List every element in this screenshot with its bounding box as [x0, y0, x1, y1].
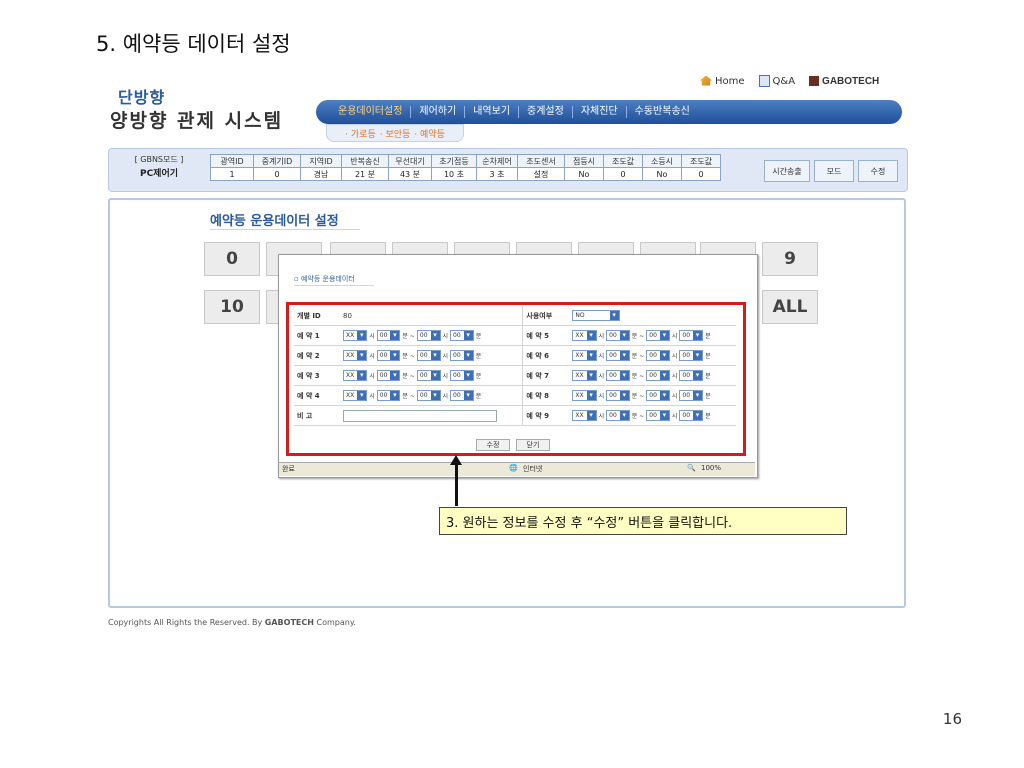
nav-item-relay[interactable]: 중계설정 — [519, 106, 573, 118]
status-done: 완료 — [282, 465, 295, 473]
status-value: 21 분 — [341, 167, 389, 181]
status-header: 소등시 — [642, 154, 682, 168]
home-icon — [700, 75, 712, 86]
copyright-brand: GABOTECH — [264, 618, 314, 627]
subnav-security-light[interactable]: · 보안등 — [380, 127, 411, 140]
time-send-button[interactable]: 시간송출 — [764, 160, 810, 182]
nav-item-manual-send[interactable]: 수동반복송신 — [627, 106, 698, 118]
section-title: 예약등 운용데이터 설정 — [210, 214, 339, 229]
status-header: 지역ID — [300, 154, 342, 168]
mode-button[interactable]: 모드 — [814, 160, 854, 182]
group-button-9[interactable]: 9 — [762, 242, 818, 276]
nav-item-control[interactable]: 제어하기 — [411, 106, 466, 118]
status-value: No — [564, 167, 604, 181]
subnav-reserved-light[interactable]: · 예약등 — [414, 127, 445, 140]
section-divider — [210, 229, 360, 230]
status-value: 1 — [210, 167, 254, 181]
status-header: 광역ID — [210, 154, 254, 168]
browser-status-bar: 완료 🌐 인터넷 🔍 100% — [279, 462, 755, 476]
brand-logo: GABOTECH — [809, 76, 879, 87]
highlight-box — [286, 302, 746, 456]
group-button-10[interactable]: 10 — [204, 290, 260, 324]
qa-link[interactable]: Q&A — [758, 75, 795, 87]
logo-line1: 단방향 — [118, 88, 166, 107]
status-header: 조도값 — [603, 154, 643, 168]
nav-item-diagnosis[interactable]: 자체진단 — [573, 106, 627, 118]
document-icon — [758, 75, 770, 87]
status-table: 광역ID 중계기ID 지역ID 반복송신 무선대기 초기점등 순차제어 조도센서… — [210, 154, 721, 181]
status-header: 초기점등 — [431, 154, 477, 168]
status-header: 점등시 — [564, 154, 604, 168]
status-value: 0 — [681, 167, 721, 181]
edit-status-button[interactable]: 수정 — [858, 160, 898, 182]
group-button-all[interactable]: ALL — [762, 290, 818, 324]
status-value: 3 초 — [476, 167, 518, 181]
nav-item-operation-data[interactable]: 운용데이터설정 — [330, 106, 412, 118]
arrow-line — [455, 462, 458, 506]
copyright: Copyrights All Rights the Reserved. By G… — [108, 618, 356, 627]
status-value: 10 초 — [431, 167, 477, 181]
zoom-icon[interactable]: 🔍 — [687, 464, 696, 472]
status-header: 조도센서 — [517, 154, 565, 168]
logo-line2: 양방향 관제 시스템 — [110, 110, 284, 132]
status-value: 경남 — [300, 167, 342, 181]
sub-nav: · 가로등 · 보안등 · 예약등 — [326, 124, 464, 142]
status-header: 중계기ID — [253, 154, 301, 168]
status-value: No — [642, 167, 682, 181]
slide-title: 5. 예약등 데이터 설정 — [96, 32, 291, 56]
home-link[interactable]: Home — [700, 75, 745, 87]
status-header: 조도값 — [681, 154, 721, 168]
status-header: 무선대기 — [388, 154, 432, 168]
status-value: 설정 — [517, 167, 565, 181]
status-zoom[interactable]: 100% — [701, 464, 721, 472]
main-nav: 운용데이터설정 제어하기 내역보기 중계설정 자체진단 수동반복송신 — [316, 100, 902, 124]
group-button-0[interactable]: 0 — [204, 242, 260, 276]
status-zone: 인터넷 — [523, 465, 543, 473]
popup-subtitle-divider — [294, 285, 374, 286]
top-links: Home Q&A GABOTECH — [700, 75, 879, 87]
status-value: 43 분 — [388, 167, 432, 181]
page-number: 16 — [942, 710, 962, 728]
popup-subtitle: ▫ 예약등 운용데이터 — [294, 275, 355, 283]
status-header: 순차제어 — [476, 154, 518, 168]
mode-value: PC제어기 — [139, 169, 179, 179]
status-value: 0 — [603, 167, 643, 181]
status-header: 반복송신 — [341, 154, 389, 168]
brand-mark-icon — [809, 75, 820, 86]
globe-icon: 🌐 — [509, 464, 518, 472]
subnav-streetlight[interactable]: · 가로등 — [345, 127, 376, 140]
instruction-callout: 3. 원하는 정보를 수정 후 “수정” 버튼을 클릭합니다. — [439, 507, 847, 535]
mode-label: [ GBNS모드 ] — [134, 155, 184, 164]
status-value: 0 — [253, 167, 301, 181]
nav-item-history[interactable]: 내역보기 — [465, 106, 520, 118]
